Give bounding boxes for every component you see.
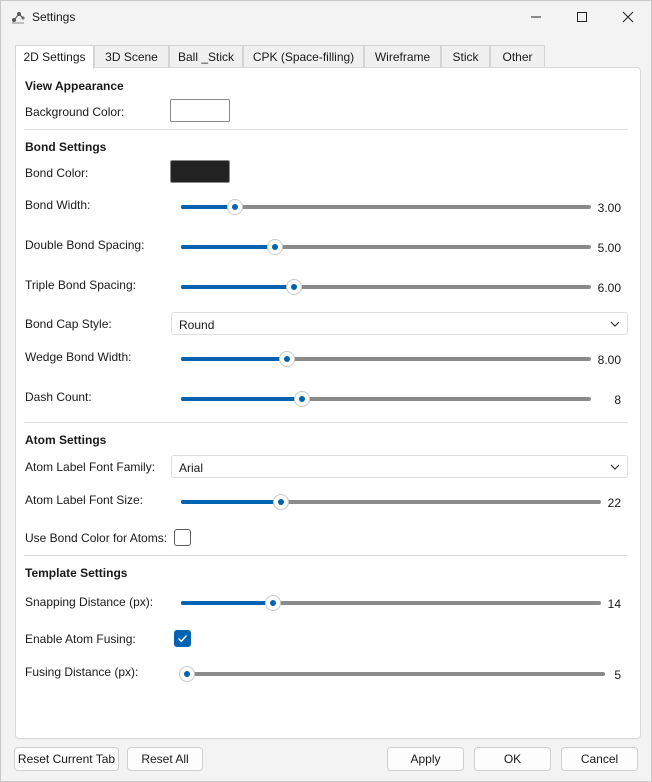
use-bond-color-label: Use Bond Color for Atoms: (25, 531, 168, 545)
wedge-bond-width-value: 8.00 (597, 353, 621, 367)
double-bond-spacing-slider[interactable] (181, 239, 591, 255)
template-settings-title: Template Settings (25, 566, 128, 580)
bond-cap-style-label: Bond Cap Style: (25, 317, 112, 331)
molecule-icon (12, 12, 25, 24)
tab-cpk[interactable]: CPK (Space-filling) (243, 45, 364, 68)
slider-thumb[interactable] (294, 391, 311, 407)
maximize-button[interactable] (559, 1, 605, 33)
reset-current-tab-button[interactable]: Reset Current Tab (14, 747, 119, 771)
atom-settings-title: Atom Settings (25, 433, 107, 447)
slider-thumb[interactable] (264, 595, 281, 611)
dash-count-label: Dash Count: (25, 390, 92, 404)
minimize-button[interactable] (513, 1, 559, 33)
divider (24, 422, 628, 423)
cancel-button[interactable]: Cancel (561, 747, 638, 771)
wedge-bond-width-slider[interactable] (181, 351, 591, 367)
atom-label-font-size-label: Atom Label Font Size: (25, 493, 144, 507)
bond-cap-style-value: Round (179, 318, 215, 332)
slider-thumb[interactable] (226, 199, 243, 215)
slider-thumb[interactable] (272, 494, 289, 510)
background-color-label: Background Color: (25, 105, 125, 119)
close-button[interactable] (605, 1, 651, 33)
ok-button[interactable]: OK (474, 747, 551, 771)
tab-2d-settings[interactable]: 2D Settings (15, 45, 94, 69)
checkmark-icon (178, 635, 188, 643)
atom-label-font-family-label: Atom Label Font Family: (25, 460, 156, 474)
tab-wireframe[interactable]: Wireframe (364, 45, 441, 68)
bond-color-label: Bond Color: (25, 166, 89, 180)
bond-cap-style-dropdown[interactable]: Round (171, 312, 628, 335)
use-bond-color-checkbox[interactable] (174, 529, 191, 546)
wedge-bond-width-label: Wedge Bond Width: (25, 350, 132, 364)
snapping-distance-label: Snapping Distance (px): (25, 595, 154, 609)
tab-3d-scene[interactable]: 3D Scene (94, 45, 169, 68)
triple-bond-spacing-slider[interactable] (181, 279, 591, 295)
triple-bond-spacing-label: Triple Bond Spacing: (25, 278, 136, 292)
settings-panel: View Appearance Background Color: Bond S… (15, 67, 641, 739)
snapping-distance-value: 14 (607, 597, 621, 611)
divider (24, 555, 628, 556)
double-bond-spacing-value: 5.00 (597, 241, 621, 255)
tab-ball-stick[interactable]: Ball _Stick (169, 45, 243, 68)
tab-other[interactable]: Other (490, 45, 545, 68)
bond-width-value: 3.00 (597, 201, 621, 215)
atom-label-font-size-value: 22 (607, 496, 621, 510)
dash-count-value: 8 (614, 393, 621, 407)
background-color-swatch[interactable] (170, 99, 230, 122)
tab-stick[interactable]: Stick (441, 45, 490, 68)
close-icon (622, 11, 634, 23)
bond-settings-title: Bond Settings (25, 140, 107, 154)
settings-window: Settings 2D Settings 3D Scene Ball _Stic… (0, 0, 652, 782)
divider (24, 129, 628, 130)
enable-atom-fusing-label: Enable Atom Fusing: (25, 632, 136, 646)
chevron-down-icon (610, 321, 620, 327)
view-appearance-title: View Appearance (25, 79, 124, 93)
slider-thumb[interactable] (179, 666, 195, 682)
bond-width-label: Bond Width: (25, 198, 91, 212)
triple-bond-spacing-value: 6.00 (597, 281, 621, 295)
reset-all-button[interactable]: Reset All (127, 747, 203, 771)
window-title: Settings (32, 10, 76, 24)
slider-thumb[interactable] (286, 279, 303, 295)
fusing-distance-label: Fusing Distance (px): (25, 665, 139, 679)
maximize-icon (577, 12, 587, 22)
atom-label-font-family-dropdown[interactable]: Arial (171, 455, 628, 478)
atom-label-font-size-slider[interactable] (181, 494, 601, 510)
atom-label-font-family-value: Arial (179, 461, 204, 475)
minimize-icon (531, 16, 541, 18)
fusing-distance-slider[interactable] (179, 666, 605, 682)
chevron-down-icon (610, 464, 620, 470)
slider-thumb[interactable] (278, 351, 295, 367)
dash-count-slider[interactable] (181, 391, 591, 407)
apply-button[interactable]: Apply (387, 747, 464, 771)
bond-width-slider[interactable] (181, 199, 591, 215)
title-bar: Settings (1, 1, 651, 33)
enable-atom-fusing-checkbox[interactable] (174, 630, 191, 647)
double-bond-spacing-label: Double Bond Spacing: (25, 238, 145, 252)
slider-thumb[interactable] (266, 239, 283, 255)
bond-color-swatch[interactable] (170, 160, 230, 183)
snapping-distance-slider[interactable] (181, 595, 601, 611)
fusing-distance-value: 5 (614, 668, 621, 682)
